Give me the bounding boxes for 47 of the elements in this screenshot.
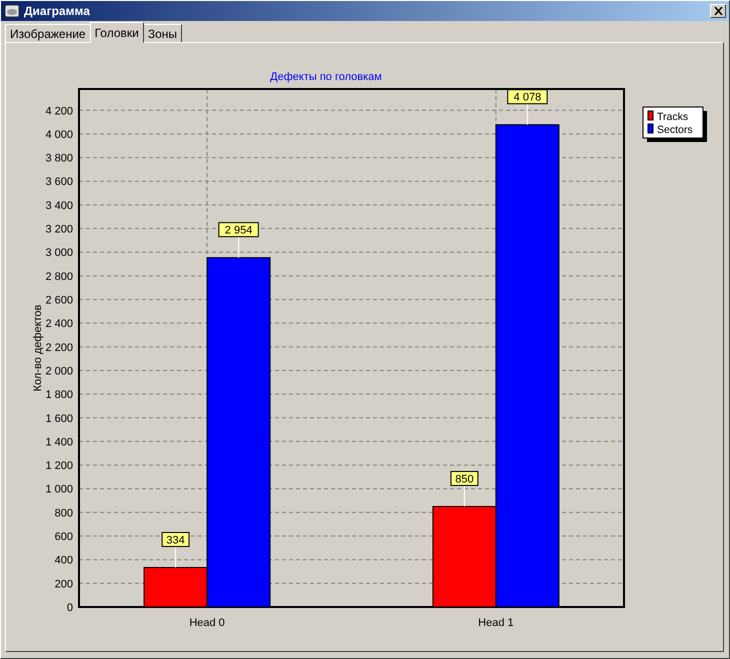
close-icon <box>714 7 722 15</box>
y-tick-label: 1 000 <box>45 484 73 496</box>
close-button[interactable] <box>710 4 726 18</box>
x-category-label: Head 0 <box>189 617 225 629</box>
tab[interactable]: Зоны <box>142 24 182 43</box>
y-tick-label: 2 800 <box>45 270 73 283</box>
y-tick-label: 2 200 <box>45 342 73 354</box>
y-tick-label: 0 <box>66 602 73 614</box>
data-label: 334 <box>166 534 185 546</box>
value-label: 4 078 <box>507 89 548 104</box>
legend-label: Tracks <box>657 111 688 123</box>
y-tick-label: 600 <box>54 531 73 544</box>
legend-box <box>642 106 704 138</box>
y-tick-label: 4 200 <box>45 105 73 118</box>
y-tick-label: 3 800 <box>45 152 73 165</box>
y-tick-label: 1 200 <box>45 460 73 472</box>
chart-title: Дефекты по головкам <box>270 71 382 83</box>
leader-line <box>464 484 465 507</box>
value-label: 850 <box>450 470 478 486</box>
y-tick-label: 2 400 <box>45 318 73 330</box>
leader-line <box>175 546 176 568</box>
y-tick-label: 3 200 <box>45 224 73 236</box>
y-axis-title: Кол-во дефектов <box>32 304 44 392</box>
window-title: Диаграмма <box>24 3 90 20</box>
value-label: 2 954 <box>218 222 259 238</box>
data-label: 2 954 <box>224 224 252 237</box>
y-tick-label: 400 <box>54 554 73 567</box>
y-tick-label: 800 <box>54 507 73 520</box>
y-tick-label: 1 400 <box>45 436 73 448</box>
y-tick-label: 1 800 <box>45 389 73 402</box>
data-label: 850 <box>455 473 474 486</box>
y-tick-label: 3 000 <box>45 247 73 260</box>
y-tick-label: 2 600 <box>45 294 73 306</box>
y-tick-label: 1 600 <box>45 412 73 425</box>
x-category-label: Head 1 <box>478 617 514 629</box>
leader-line <box>526 103 528 126</box>
legend-label: Sectors <box>657 124 693 136</box>
data-label: 4 078 <box>514 92 542 104</box>
value-label: 334 <box>162 532 190 547</box>
tab[interactable]: Изображение <box>5 24 91 43</box>
y-tick-label: 200 <box>54 578 73 590</box>
y-tick-label: 3 600 <box>45 176 73 188</box>
y-tick-label: 2 000 <box>45 365 73 378</box>
y-tick-label: 4 000 <box>45 128 73 141</box>
leader-line <box>238 236 240 258</box>
y-tick-label: 3 400 <box>45 200 73 212</box>
tab[interactable]: Головки <box>90 22 144 43</box>
